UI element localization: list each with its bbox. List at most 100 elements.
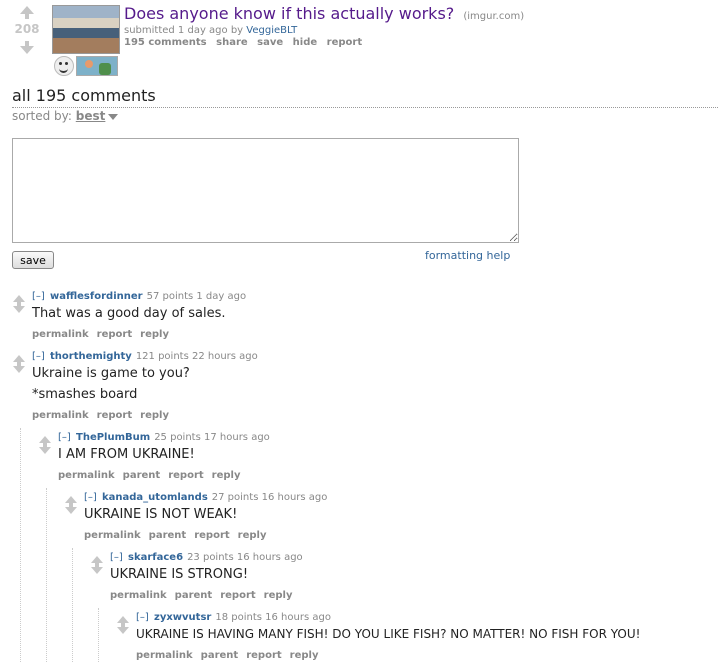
comment-author[interactable]: ThePlumBum bbox=[76, 432, 150, 443]
comment-author[interactable]: kanada_utomlands bbox=[102, 492, 208, 503]
comment-text: UKRAINE IS NOT WEAK! bbox=[84, 507, 238, 522]
collapse-toggle[interactable]: [–] bbox=[136, 612, 149, 623]
upvote-arrow-icon[interactable] bbox=[13, 295, 25, 306]
downvote-arrow-icon[interactable] bbox=[39, 443, 51, 454]
permalink-link[interactable]: permalink bbox=[32, 329, 89, 340]
comment-body: That was a good day of sales. bbox=[32, 305, 225, 326]
post-score: 208 bbox=[14, 22, 40, 36]
collapse-toggle[interactable]: [–] bbox=[32, 291, 45, 302]
comment-time: 22 hours ago bbox=[191, 351, 258, 362]
parent-link[interactable]: parent bbox=[201, 650, 239, 661]
upvote-arrow-icon[interactable] bbox=[91, 556, 103, 567]
share-button[interactable]: share bbox=[216, 37, 248, 48]
collapse-toggle[interactable]: [–] bbox=[110, 552, 123, 563]
chevron-down-icon[interactable] bbox=[108, 113, 119, 120]
post-author-link[interactable]: VeggieBLT bbox=[246, 25, 297, 36]
upvote-arrow-icon[interactable] bbox=[20, 6, 34, 19]
parent-link[interactable]: parent bbox=[175, 590, 213, 601]
thread-line bbox=[72, 548, 73, 662]
report-link[interactable]: report bbox=[220, 590, 255, 601]
thread-line bbox=[20, 428, 21, 662]
comment-body: UKRAINE IS STRONG! bbox=[110, 566, 248, 587]
permalink-link[interactable]: permalink bbox=[110, 590, 167, 601]
collapse-toggle[interactable]: [–] bbox=[32, 351, 45, 362]
reply-link[interactable]: reply bbox=[212, 470, 241, 481]
comment-time: 17 hours ago bbox=[204, 432, 270, 443]
parent-link[interactable]: parent bbox=[149, 530, 187, 541]
sort-bar: sorted by: best bbox=[12, 109, 119, 123]
comment-author[interactable]: zyxwvutsr bbox=[154, 612, 211, 623]
save-post-button[interactable]: save bbox=[257, 37, 283, 48]
comment-points: 18 points bbox=[215, 612, 262, 623]
post-thumbnail[interactable] bbox=[52, 5, 120, 54]
collapse-toggle[interactable]: [–] bbox=[58, 432, 71, 443]
comment-points: 57 points bbox=[146, 291, 194, 302]
comment-author[interactable]: wafflesfordinner bbox=[50, 291, 143, 302]
comment: [–] ThePlumBum 25 points 17 hours ago I A… bbox=[38, 432, 708, 492]
collapse-toggle[interactable]: [–] bbox=[84, 492, 97, 503]
face-icon bbox=[54, 56, 74, 76]
comments-count-heading: all 195 comments bbox=[12, 86, 156, 105]
formatting-help-link[interactable]: formatting help bbox=[425, 249, 510, 262]
comment: [–] skarface6 23 points 16 hours ago UKRA… bbox=[90, 552, 710, 612]
comment-text: *smashes board bbox=[32, 387, 138, 402]
comment-body: UKRAINE IS HAVING MANY FISH! DO YOU LIKE… bbox=[136, 626, 640, 647]
sort-dropdown[interactable]: best bbox=[76, 109, 106, 123]
comment-author[interactable]: skarface6 bbox=[128, 552, 183, 563]
report-link[interactable]: report bbox=[246, 650, 281, 661]
comment: [–] zyxwvutsr 18 points 16 hours ago UKRA… bbox=[116, 612, 716, 672]
upvote-arrow-icon[interactable] bbox=[65, 496, 77, 507]
reply-link[interactable]: reply bbox=[264, 590, 293, 601]
upvote-arrow-icon[interactable] bbox=[39, 436, 51, 447]
post-vote: 208 bbox=[10, 6, 44, 54]
downvote-arrow-icon[interactable] bbox=[20, 41, 34, 54]
comment-points: 27 points bbox=[211, 492, 259, 503]
reply-link[interactable]: reply bbox=[140, 410, 169, 421]
thread-line bbox=[98, 608, 99, 662]
comment-textarea[interactable] bbox=[12, 138, 519, 243]
permalink-link[interactable]: permalink bbox=[32, 410, 89, 421]
comment-text: I AM FROM UKRAINE! bbox=[58, 447, 195, 462]
comment-time: 16 hours ago bbox=[265, 612, 331, 623]
save-comment-button[interactable]: save bbox=[12, 251, 54, 269]
report-link[interactable]: report bbox=[194, 530, 229, 541]
reply-link[interactable]: reply bbox=[290, 650, 319, 661]
comment-author[interactable]: thorthemighty bbox=[50, 351, 132, 362]
downvote-arrow-icon[interactable] bbox=[65, 503, 77, 514]
report-link[interactable]: report bbox=[97, 329, 132, 340]
parent-link[interactable]: parent bbox=[123, 470, 161, 481]
upvote-arrow-icon[interactable] bbox=[117, 616, 129, 627]
comment-text: Ukraine is game to you? bbox=[32, 366, 190, 381]
comment-text: UKRAINE IS STRONG! bbox=[110, 567, 249, 582]
upvote-arrow-icon[interactable] bbox=[13, 355, 25, 366]
comment-text: That was a good day of sales. bbox=[32, 306, 226, 321]
downvote-arrow-icon[interactable] bbox=[91, 563, 103, 574]
sort-label: sorted by: bbox=[12, 109, 72, 123]
reply-link[interactable]: reply bbox=[140, 329, 169, 340]
report-button[interactable]: report bbox=[327, 37, 362, 48]
report-link[interactable]: report bbox=[168, 470, 203, 481]
downvote-arrow-icon[interactable] bbox=[13, 362, 25, 373]
comment-points: 23 points bbox=[187, 552, 234, 563]
post-tagline: submitted 1 day ago by VeggieBLT bbox=[124, 25, 297, 36]
post-buttons: 195 comments share save hide report bbox=[124, 37, 368, 48]
comment-body: UKRAINE IS NOT WEAK! bbox=[84, 506, 237, 527]
comment-body: I AM FROM UKRAINE! bbox=[58, 446, 195, 467]
comment-points: 25 points bbox=[154, 432, 201, 443]
downvote-arrow-icon[interactable] bbox=[13, 302, 25, 313]
hide-button[interactable]: hide bbox=[293, 37, 318, 48]
comment-time: 16 hours ago bbox=[261, 492, 328, 503]
comments-link[interactable]: 195 comments bbox=[124, 37, 207, 48]
report-link[interactable]: report bbox=[97, 410, 132, 421]
permalink-link[interactable]: permalink bbox=[136, 650, 193, 661]
downvote-arrow-icon[interactable] bbox=[117, 623, 129, 634]
post-domain[interactable]: (imgur.com) bbox=[463, 11, 524, 22]
cartoon-image-icon bbox=[76, 56, 118, 76]
reply-link[interactable]: reply bbox=[238, 530, 267, 541]
permalink-link[interactable]: permalink bbox=[58, 470, 115, 481]
post-title[interactable]: Does anyone know if this actually works? bbox=[124, 4, 454, 23]
comment-points: 121 points bbox=[135, 351, 189, 362]
comment: [–] kanada_utomlands 27 points 16 hours a… bbox=[64, 492, 714, 552]
comment-text: UKRAINE IS HAVING MANY FISH! DO YOU LIKE… bbox=[136, 627, 641, 641]
permalink-link[interactable]: permalink bbox=[84, 530, 141, 541]
